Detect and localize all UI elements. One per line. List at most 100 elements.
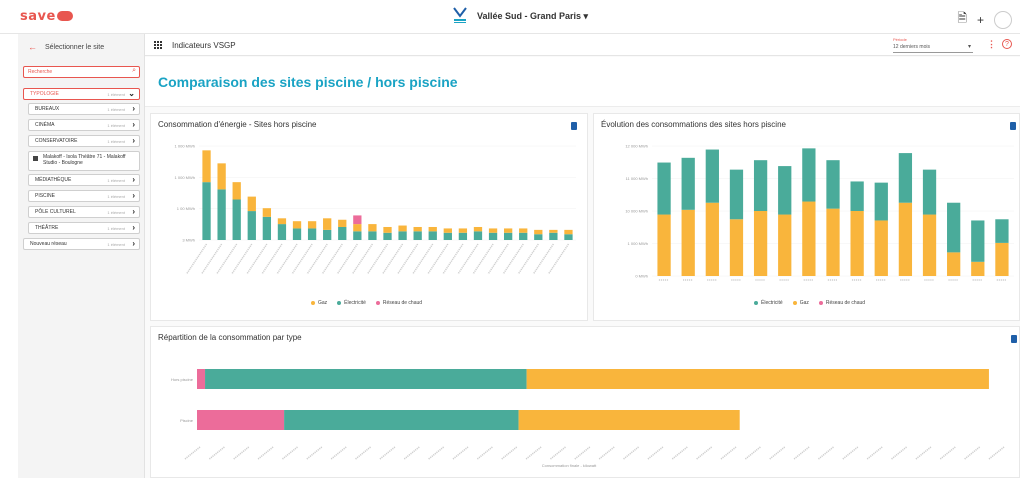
bar-segment: [898, 202, 913, 276]
bar-segment: [428, 226, 437, 232]
bar-segment: [443, 232, 452, 240]
bar-segment: [874, 220, 888, 276]
sidebar-item-mediatheque[interactable]: MÉDIATHÈQUE 1 élément ›: [28, 174, 140, 186]
x-tick-label: [720, 446, 737, 460]
sidebar-item-piscine[interactable]: PISCINE 1 élément ›: [28, 190, 140, 202]
period-select[interactable]: Période 12 derniers mois ▾: [893, 37, 973, 53]
x-tick-label: [366, 243, 389, 275]
sidebar-item-cinema[interactable]: CINÉMA 1 élément ›: [28, 119, 140, 131]
top-bar: save Vallée Sud - Grand Paris ▾ 🗎 +: [0, 0, 1020, 34]
x-tick-label: [306, 243, 328, 275]
y-tick-label: 1 000 MWh: [175, 144, 195, 149]
x-tick-label: [397, 243, 419, 275]
more-vertical-icon[interactable]: ⋮: [987, 39, 996, 50]
x-tick-label: [355, 446, 372, 460]
page-title: Comparaison des sites piscine / hors pis…: [158, 74, 458, 90]
bar-segment: [277, 218, 287, 225]
legend-label: Électricité: [761, 300, 783, 306]
chevron-right-icon[interactable]: ›: [132, 223, 135, 232]
bar-segment: [368, 231, 377, 240]
x-tick-label: [403, 446, 420, 460]
x-tick-label: [208, 446, 225, 460]
chevron-right-icon[interactable]: ›: [132, 239, 135, 248]
x-tick-label: [696, 446, 713, 460]
item-count: 1 élément: [107, 92, 125, 97]
app-logo[interactable]: save: [20, 9, 73, 24]
search-icon[interactable]: ⌕: [132, 67, 136, 75]
chart-repartition: Hors piscine Piscine Consommation finale -…: [171, 369, 1005, 468]
x-tick-label: [988, 446, 1005, 460]
item-count: 1 élément: [107, 242, 125, 247]
x-tick-label: [866, 446, 883, 460]
x-tick-label: [842, 446, 859, 460]
help-icon[interactable]: ?: [1002, 39, 1012, 49]
y-tick-label: 1 000 MWh: [628, 241, 648, 246]
sidebar-item-site[interactable]: Malakoff - Isola Théâtre 71 - Malakoff S…: [28, 151, 140, 171]
x-tick-label: [457, 243, 479, 275]
chevron-right-icon[interactable]: ›: [132, 207, 135, 216]
legend-swatch: [375, 301, 380, 305]
bar-segment: [292, 228, 302, 240]
user-avatar[interactable]: [994, 10, 1012, 29]
chevron-right-icon[interactable]: ›: [132, 136, 135, 145]
chart-evolution: 0 MWh 1 000 MWh 10 000 MWh 11 000 MWh 12 000…: [625, 144, 1014, 281]
chevron-right-icon[interactable]: ›: [132, 175, 135, 184]
org-selector[interactable]: Vallée Sud - Grand Paris ▾: [453, 7, 588, 25]
sidebar-item-nouveau-reseau[interactable]: Nouveau réseau 1 élément ›: [23, 238, 140, 250]
bar-segment: [488, 228, 498, 233]
back-label: Sélectionner le site: [45, 43, 105, 51]
bar-segment: [534, 234, 543, 240]
chart-panel-hors-piscine: Consommation d'énergie - Sites hors pisc…: [150, 113, 588, 321]
bar-segment: [197, 410, 285, 430]
legend-label: Gaz: [799, 300, 809, 306]
bar-segment: [247, 211, 256, 240]
bar-segment: [995, 219, 1009, 243]
bar-segment: [947, 252, 961, 276]
sidebar-item-label: CONSERVATOIRE: [35, 138, 78, 144]
sidebar-item-typologie[interactable]: TYPOLOGIE 1 élément ⌄: [23, 88, 140, 100]
x-tick-label: [744, 446, 761, 460]
chevron-right-icon[interactable]: ›: [132, 104, 135, 113]
y-tick-label: 12 000 MWh: [625, 144, 648, 149]
sidebar-item-theatre[interactable]: THÉÂTRE 1 élément ›: [28, 222, 140, 234]
x-tick-label: [769, 446, 786, 460]
bar-segment: [922, 214, 937, 276]
bar-segment: [205, 369, 527, 389]
x-tick-label: [476, 446, 493, 460]
bar-segment: [657, 214, 671, 276]
legend-item: Réseau de chaud: [818, 300, 866, 306]
document-icon[interactable]: 🗎: [957, 9, 967, 30]
chevron-down-icon[interactable]: ⌄: [128, 89, 135, 98]
bar-segment: [826, 208, 840, 276]
x-tick-label: [891, 446, 908, 460]
grid-menu-icon[interactable]: [154, 41, 162, 49]
bar-segment: [778, 214, 792, 276]
sidebar-item-bureaux[interactable]: BUREAUX 1 élément ›: [28, 103, 140, 115]
x-tick-label: [379, 446, 396, 460]
back-to-site-select[interactable]: ← Sélectionner le site: [18, 34, 144, 60]
bar-segment: [323, 229, 332, 240]
plus-icon[interactable]: +: [977, 13, 984, 27]
chevron-right-icon[interactable]: ›: [132, 191, 135, 200]
x-tick-label: [336, 243, 358, 275]
chevron-right-icon[interactable]: ›: [132, 120, 135, 129]
x-tick-label: [321, 243, 343, 275]
legend-label: Réseau de chaud: [825, 300, 866, 306]
dashboard-title: Indicateurs VSGP: [172, 41, 236, 50]
main-header: Indicateurs VSGP Période 12 derniers moi…: [145, 34, 1020, 56]
bar-segment: [729, 219, 744, 276]
bar-segment: [197, 369, 206, 389]
bar-segment: [247, 196, 256, 212]
bar-segment: [217, 189, 226, 240]
x-tick-label: [246, 243, 268, 275]
sidebar-item-label: MÉDIATHÈQUE: [35, 177, 72, 183]
sidebar-item-conservatoire[interactable]: CONSERVATOIRE 1 élément ›: [28, 135, 140, 147]
sidebar-item-label: PISCINE: [35, 193, 56, 199]
search-input[interactable]: Recherche ⌕: [23, 66, 140, 78]
x-tick-label: [915, 446, 932, 460]
bar-segment: [753, 211, 768, 276]
logo-pill-icon: [56, 10, 73, 21]
sidebar-item-pole-culturel[interactable]: PÔLE CULTUREL 1 élément ›: [28, 206, 140, 218]
y-tick-label: Piscine: [180, 418, 194, 423]
legend-item: Réseau de chaud: [375, 300, 422, 306]
